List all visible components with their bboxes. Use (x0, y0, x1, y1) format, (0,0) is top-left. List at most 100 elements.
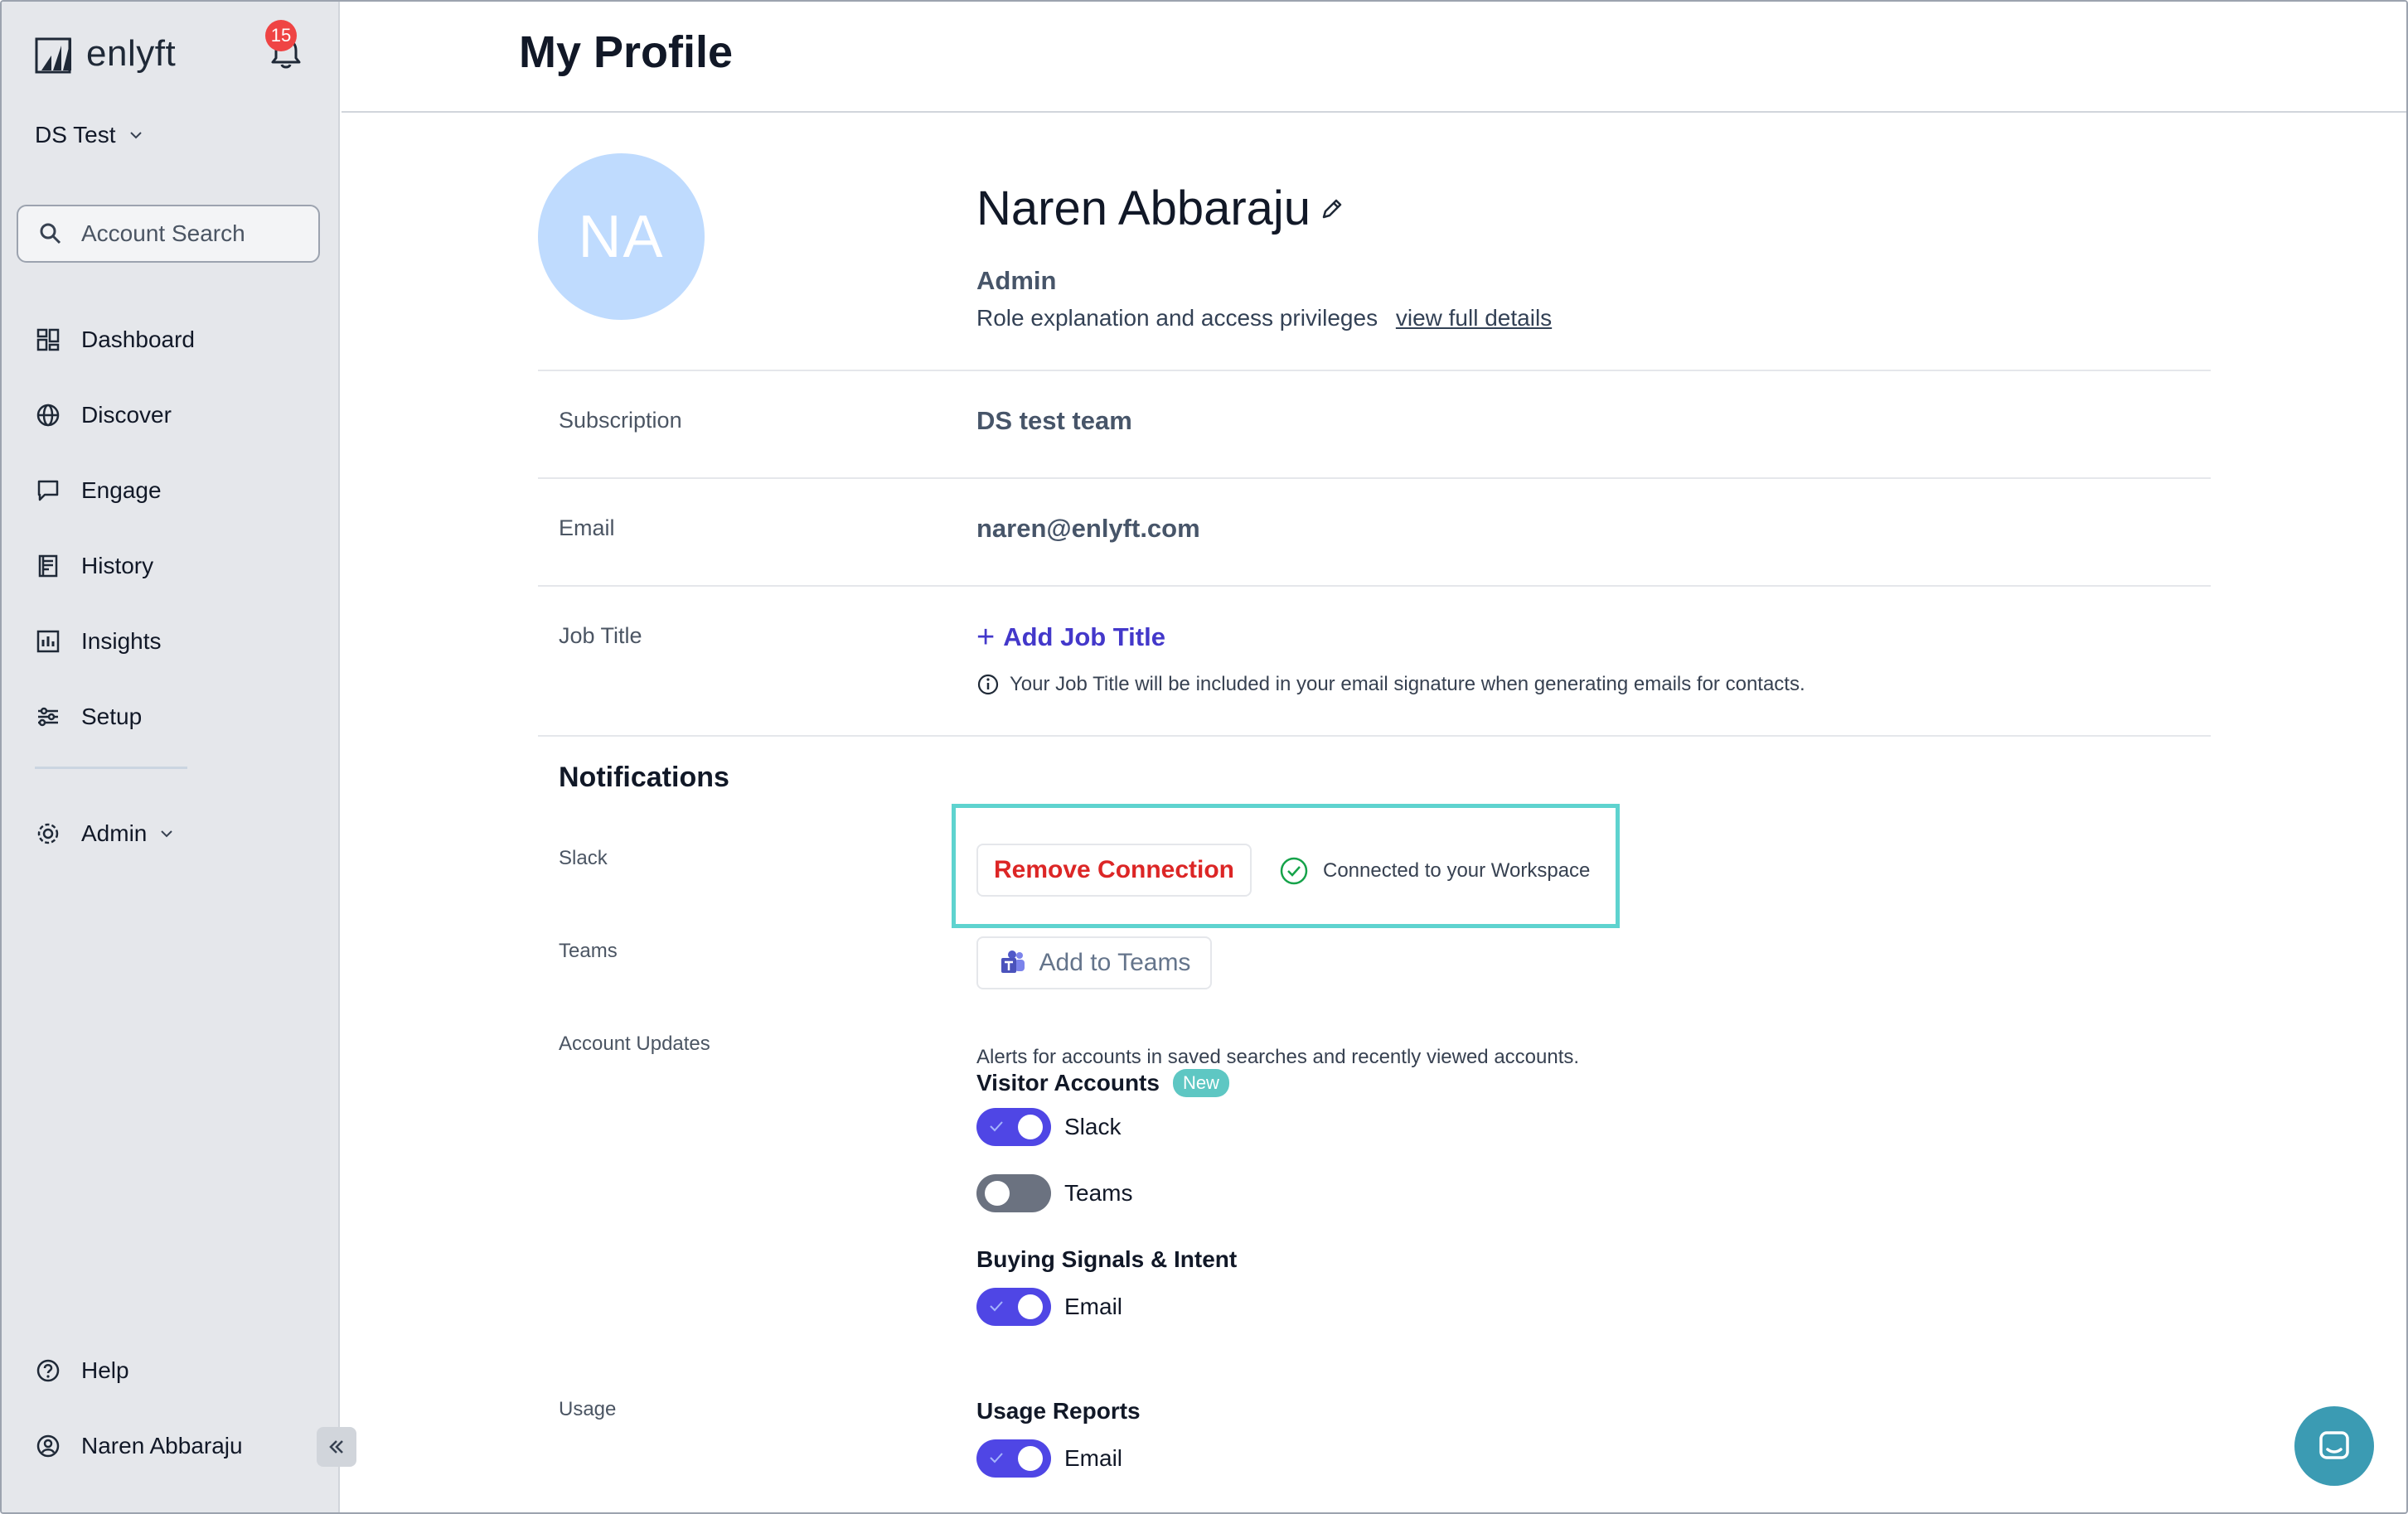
email-label: Email (559, 515, 615, 540)
sidebar-nav: Dashboard Discover Engage History Insigh… (35, 302, 317, 754)
divider (538, 477, 2211, 479)
sidebar-item-label: History (81, 552, 154, 578)
view-full-details-link[interactable]: view full details (1396, 305, 1552, 331)
account-updates-label: Account Updates (559, 1033, 710, 1055)
visitor-teams-toggle[interactable] (976, 1174, 1051, 1212)
workspace-selector[interactable]: DS Test (35, 122, 144, 148)
email-value: naren@enlyft.com (976, 514, 1200, 543)
sidebar-item-label: Setup (81, 703, 143, 729)
divider (538, 370, 2211, 371)
toggle-knob (1018, 1446, 1043, 1471)
profile-name: Naren Abbaraju (976, 181, 1345, 236)
workspace-name: DS Test (35, 122, 116, 148)
search-icon (40, 223, 61, 244)
usage-label: Usage (559, 1398, 617, 1420)
sidebar-item-label: Dashboard (81, 326, 195, 352)
check-icon (990, 1453, 1003, 1463)
job-title-hint-text: Your Job Title will be included in your … (1010, 673, 1805, 695)
account-search-input[interactable] (81, 220, 297, 247)
subscription-label: Subscription (559, 408, 682, 433)
buying-signals-email-toggle-row: Email (976, 1288, 1122, 1326)
job-title-label: Job Title (559, 623, 642, 648)
help-icon (36, 1359, 60, 1381)
sidebar-item-label: Admin (81, 820, 148, 846)
pencil-edit-icon[interactable] (1319, 196, 1345, 222)
check-icon (990, 1121, 1003, 1132)
remove-connection-button[interactable]: Remove Connection (976, 844, 1252, 897)
page-title: My Profile (519, 27, 734, 77)
brand[interactable]: enlyft (35, 33, 176, 75)
sidebar-item-admin[interactable]: Admin (35, 796, 175, 871)
app-window: enlyft 15 DS Test Dashboard Discover (0, 0, 2408, 1514)
avatar: NA (538, 153, 705, 320)
sidebar-item-setup[interactable]: Setup (35, 679, 317, 754)
job-title-hint: Your Job Title will be included in your … (976, 673, 1805, 696)
visitor-teams-toggle-row: Teams (976, 1174, 1132, 1212)
info-icon (977, 674, 999, 695)
buying-signals-email-label: Email (1064, 1294, 1123, 1319)
enlyft-logo-icon (35, 37, 71, 74)
visitor-teams-label: Teams (1064, 1180, 1133, 1206)
page-header: My Profile (342, 2, 2406, 113)
add-to-teams-button[interactable]: Add to Teams (976, 936, 1212, 989)
visitor-slack-toggle[interactable] (976, 1108, 1051, 1146)
check-icon (990, 1301, 1003, 1312)
profile-role: Admin (976, 266, 1057, 295)
profile-name-text: Naren Abbaraju (976, 181, 1311, 235)
chevron-down-icon (161, 830, 173, 837)
sidebar-item-label: Engage (81, 476, 162, 503)
subscription-value: DS test team (976, 406, 1132, 435)
new-badge: New (1172, 1069, 1229, 1097)
dashboard-icon (36, 328, 60, 351)
toggle-knob (1018, 1115, 1043, 1139)
slack-label: Slack (559, 847, 608, 869)
globe-icon (36, 404, 60, 426)
sliders-icon (38, 707, 58, 726)
sidebar-item-insights[interactable]: Insights (35, 603, 317, 679)
history-icon (38, 554, 58, 577)
usage-reports-email-label: Email (1064, 1445, 1123, 1471)
teams-label: Teams (559, 940, 618, 962)
usage-reports-email-toggle-row: Email (976, 1439, 1122, 1478)
sidebar-item-dashboard[interactable]: Dashboard (35, 302, 317, 377)
plus-icon: + (976, 620, 996, 655)
divider (538, 585, 2211, 587)
sidebar-item-user[interactable]: Naren Abbaraju (35, 1408, 243, 1483)
notifications-title: Notifications (559, 762, 729, 793)
sidebar-item-label: Help (81, 1357, 129, 1383)
chat-bubble-icon (2319, 1431, 2349, 1459)
buying-signals-email-toggle[interactable] (976, 1288, 1051, 1326)
divider (538, 735, 2211, 737)
user-icon (36, 1434, 60, 1457)
gear-icon (37, 823, 59, 844)
usage-reports-email-toggle[interactable] (976, 1439, 1051, 1478)
usage-reports-title: Usage Reports (976, 1398, 1141, 1424)
add-to-teams-label: Add to Teams (1039, 949, 1191, 976)
sidebar-item-engage[interactable]: Engage (35, 452, 317, 528)
connected-status-text: Connected to your Workspace (1323, 859, 1591, 882)
visitor-accounts-title: Visitor Accounts New (976, 1069, 1229, 1097)
toggle-knob (985, 1181, 1010, 1206)
check-circle-icon (1280, 857, 1308, 885)
sidebar-item-history[interactable]: History (35, 528, 317, 603)
profile-main: NA Naren Abbaraju Admin Role explanation… (342, 114, 2406, 1512)
sidebar-item-label: Insights (81, 627, 162, 654)
role-description-text: Role explanation and access privileges (976, 305, 1378, 331)
sidebar-item-help[interactable]: Help (35, 1333, 129, 1408)
account-updates-description: Alerts for accounts in saved searches an… (976, 1046, 1580, 1068)
notification-count-badge: 15 (265, 20, 297, 51)
chat-icon (37, 480, 59, 501)
chevron-down-icon (129, 132, 142, 139)
add-job-title-button[interactable]: + Add Job Title (976, 622, 1165, 653)
toggle-knob (1018, 1294, 1043, 1319)
chat-support-button[interactable] (2294, 1406, 2374, 1486)
brand-name: enlyft (86, 33, 177, 74)
connected-status: Connected to your Workspace (1278, 855, 1590, 887)
chart-icon (36, 630, 60, 652)
sidebar-item-label: Discover (81, 401, 172, 428)
sidebar-item-discover[interactable]: Discover (35, 377, 317, 452)
account-search-box[interactable] (17, 205, 320, 263)
visitor-slack-label: Slack (1064, 1114, 1122, 1139)
sidebar-divider (35, 767, 187, 769)
sidebar-item-label: Naren Abbaraju (81, 1432, 243, 1458)
